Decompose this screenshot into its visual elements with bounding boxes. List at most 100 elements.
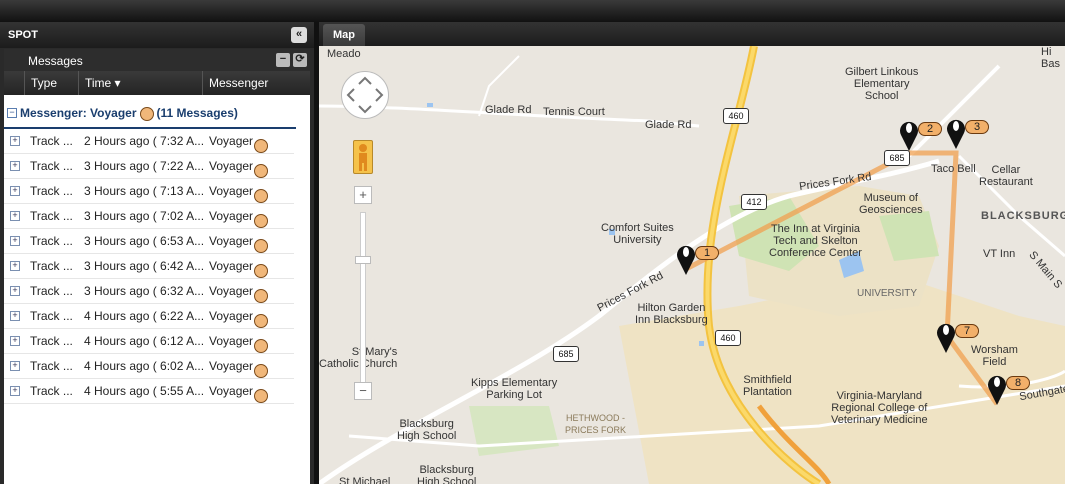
table-row[interactable]: + Track ... 4 Hours ago ( 6:22 A... Voyager [4,303,294,329]
cell-time: 3 Hours ago ( 7:02 A... [84,209,205,223]
zoom-slider-handle[interactable] [355,256,371,264]
messenger-color-icon [254,164,268,178]
collapse-panel-icon[interactable]: « [291,27,307,43]
zoom-slider-track[interactable] [360,212,366,390]
zoom-out-button[interactable]: − [354,382,372,400]
cell-type: Track ... [30,209,73,223]
messages-header: Messages − ⟳ [4,49,310,71]
pegman-icon[interactable] [353,140,373,174]
track-marker[interactable]: 7 [935,320,995,354]
group-collapse-icon[interactable]: − [7,108,17,118]
map-label-smithfield-plantation: Smithfield Plantation [743,374,792,398]
park-area [469,406,559,456]
messenger-color-icon [254,139,268,153]
marker-label: 2 [918,122,943,136]
table-row[interactable]: + Track ... 3 Hours ago ( 7:13 A... Voyager [4,178,294,204]
refresh-icon[interactable]: ⟳ [293,53,307,67]
minimize-icon[interactable]: − [276,53,290,67]
messenger-color-icon [254,264,268,278]
expand-row-icon[interactable]: + [10,236,20,246]
expand-row-icon[interactable]: + [10,336,20,346]
messenger-color-icon [254,289,268,303]
cell-messenger: Voyager [209,134,254,148]
spot-panel: SPOT « Messages − ⟳ Type Time ▾ Messenge… [0,22,314,484]
cell-type: Track ... [30,334,73,348]
map-label-inn-at-virginia-tech: The Inn at Virginia Tech and Skelton Con… [769,223,862,259]
table-row[interactable]: + Track ... 4 Hours ago ( 5:55 A... Voyager [4,378,294,404]
map-label-blacksburg-high-school-2: Blacksburg High School [417,464,477,484]
column-time[interactable]: Time ▾ [78,71,202,95]
marker-label: 3 [965,120,990,134]
messenger-color-icon [254,314,268,328]
group-label-count: (11 Messages) [156,106,238,120]
cell-messenger: Voyager [209,284,254,298]
table-row[interactable]: + Track ... 4 Hours ago ( 6:02 A... Voyager [4,353,294,379]
cell-type: Track ... [30,359,73,373]
track-marker[interactable]: 3 [945,116,1005,150]
zoom-in-button[interactable]: + [354,186,372,204]
messenger-color-icon [254,189,268,203]
cell-type: Track ... [30,184,73,198]
footprint-pin-icon [900,121,918,151]
cell-messenger: Voyager [209,259,254,273]
expand-row-icon[interactable]: + [10,161,20,171]
column-type[interactable]: Type [24,71,78,95]
route-shield-icon: 685 [553,346,579,362]
table-row[interactable]: + Track ... 3 Hours ago ( 7:22 A... Voyager [4,153,294,179]
map-label-st-marys-church: St Mary's Catholic Church [319,346,398,370]
map-label-st-michael: St Michael [339,476,391,484]
messenger-group-header[interactable]: − Messenger: Voyager (11 Messages) [4,95,296,129]
pan-arrows-icon [346,76,384,114]
water-icon [427,103,433,107]
expand-row-icon[interactable]: + [10,211,20,221]
cell-time: 4 Hours ago ( 6:02 A... [84,359,205,373]
map-label-vt-inn: VT Inn [983,248,1016,260]
cell-messenger: Voyager [209,309,254,323]
pan-control[interactable] [341,71,389,119]
map-label-glade-rd: Glade Rd [485,104,532,116]
cell-time: 3 Hours ago ( 6:32 A... [84,284,205,298]
messenger-color-icon [139,106,154,121]
top-banner [0,0,1065,22]
cell-time: 3 Hours ago ( 7:13 A... [84,184,205,198]
column-headers: Type Time ▾ Messenger [4,71,310,95]
cell-type: Track ... [30,284,73,298]
marker-label: 7 [955,324,980,338]
table-row[interactable]: + Track ... 2 Hours ago ( 7:32 A... Voyager [4,128,294,154]
table-row[interactable]: + Track ... 3 Hours ago ( 7:02 A... Voyager [4,203,294,229]
expand-row-icon[interactable]: + [10,286,20,296]
cell-type: Track ... [30,384,73,398]
track-marker[interactable]: 1 [675,242,735,276]
expand-row-icon[interactable]: + [10,136,20,146]
messages-grid: − Messenger: Voyager (11 Messages) + Track… [4,95,310,484]
cell-messenger: Voyager [209,159,254,173]
table-row[interactable]: + Track ... 3 Hours ago ( 6:42 A... Voyager [4,253,294,279]
panel-title: SPOT [8,29,38,41]
footprint-pin-icon [677,245,695,275]
map-label-gilbert-linkous: Gilbert Linkous Elementary School [845,66,919,102]
expand-row-icon[interactable]: + [10,361,20,371]
track-marker[interactable]: 8 [986,372,1046,406]
table-row[interactable]: + Track ... 3 Hours ago ( 6:32 A... Voyager [4,278,294,304]
route-shield-icon: 460 [715,330,741,346]
table-row[interactable]: + Track ... 3 Hours ago ( 6:53 A... Voyager [4,228,294,254]
route-shield-icon: 460 [723,108,749,124]
column-messenger[interactable]: Messenger [202,71,310,95]
footprint-pin-icon [947,119,965,149]
tab-map[interactable]: Map [323,24,365,46]
expand-row-icon[interactable]: + [10,186,20,196]
cell-messenger: Voyager [209,384,254,398]
marker-label: 8 [1006,376,1031,390]
map-label-glade-rd-2: Glade Rd [645,119,692,131]
map-view[interactable]: Meado Glade Rd Tennis Court Glade Rd Gil… [319,46,1065,484]
map-label-comfort-suites: Comfort Suites University [601,222,674,246]
map-label-taco-bell: Taco Bell [931,163,976,175]
table-row[interactable]: + Track ... 4 Hours ago ( 6:12 A... Voyager [4,328,294,354]
expand-row-icon[interactable]: + [10,311,20,321]
expand-row-icon[interactable]: + [10,261,20,271]
panel-header: SPOT « [0,22,314,48]
expand-row-icon[interactable]: + [10,386,20,396]
cell-time: 4 Hours ago ( 5:55 A... [84,384,205,398]
cell-time: 4 Hours ago ( 6:12 A... [84,334,205,348]
cell-messenger: Voyager [209,334,254,348]
